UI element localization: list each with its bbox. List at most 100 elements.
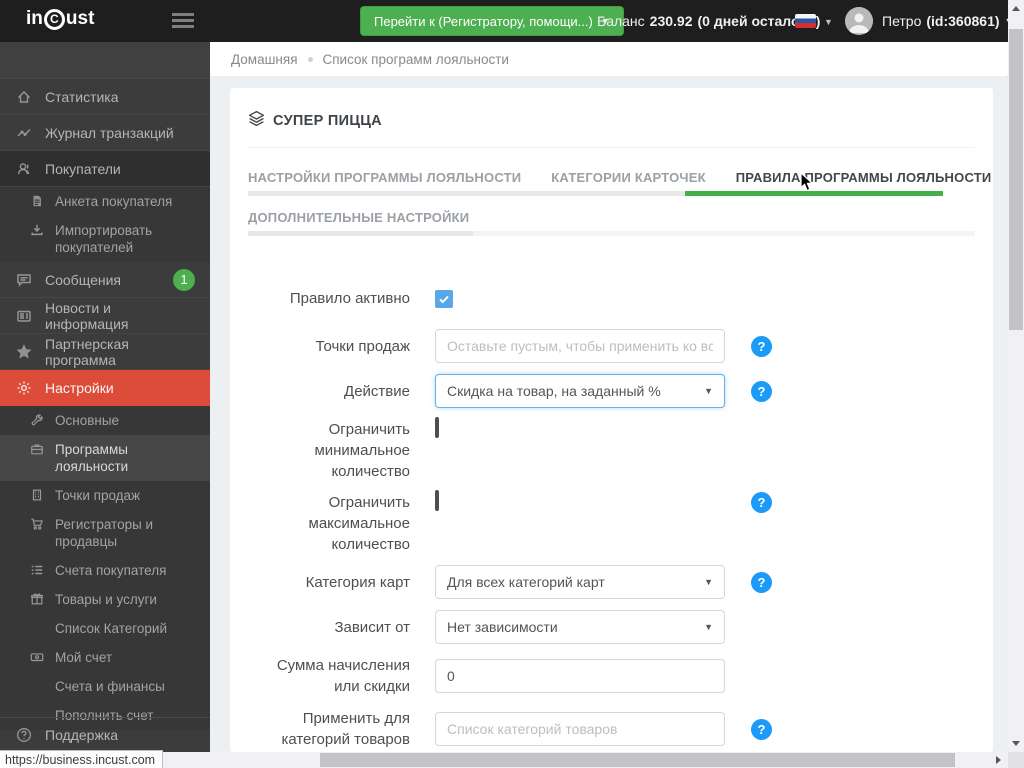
sidebar-item-customer-accounts[interactable]: Счета покупателя [0, 556, 210, 585]
tab-underline-inactive-2 [248, 231, 473, 236]
user-menu[interactable]: Петро (id:360861) ▼ [882, 0, 1013, 42]
sidebar-item-news[interactable]: Новости и информация [0, 298, 210, 334]
cart-icon [28, 517, 46, 531]
language-flag-ru-icon[interactable] [795, 14, 816, 28]
sidebar-item-label: Регистраторы и продавцы [55, 517, 154, 549]
question-circle-icon [15, 727, 33, 743]
sidebar-item-settings[interactable]: Настройки [0, 370, 210, 406]
sidebar-item-transaction-log[interactable]: Журнал транзакций [0, 115, 210, 151]
tabs-row-1: НАСТРОЙКИ ПРОГРАММЫ ЛОЯЛЬНОСТИ КАТЕГОРИИ… [248, 170, 991, 196]
sidebar-item-category-list[interactable]: Список Категорий [0, 614, 210, 643]
line-chart-icon [15, 125, 33, 141]
card-category-select[interactable]: Для всех категорий карт ▼ [435, 565, 725, 599]
field-label: Категория карт [305, 573, 410, 591]
sidebar-item-points-of-sale[interactable]: Точки продаж [0, 481, 210, 510]
sidebar-item-accounts-finance[interactable]: Счета и финансы [0, 672, 210, 701]
field-label: Точки продаж [315, 337, 410, 355]
help-icon[interactable]: ? [751, 571, 772, 593]
select-caret-icon: ▼ [704, 386, 713, 396]
chevron-down-icon[interactable]: ▼ [824, 17, 833, 27]
sidebar-item-label: Мой счет [55, 650, 113, 665]
home-icon [15, 89, 33, 105]
sidebar-item-customer-form[interactable]: Анкета покупателя [0, 187, 210, 216]
limit-min-checkbox[interactable] [435, 417, 439, 438]
rule-active-checkbox[interactable] [435, 289, 453, 308]
depends-on-select[interactable]: Нет зависимости ▼ [435, 610, 725, 644]
field-label: Зависит от [334, 618, 410, 636]
field-label: Сумма начисления или скидки [276, 657, 410, 695]
banknote-icon [28, 650, 46, 664]
points-of-sale-input[interactable] [435, 329, 725, 363]
sidebar-item-label: Основные [55, 413, 120, 428]
horizontal-scrollbar-thumb[interactable] [320, 753, 955, 767]
help-icon[interactable]: ? [751, 380, 772, 402]
apply-categories-input[interactable] [435, 712, 725, 746]
vertical-scrollbar-thumb[interactable] [1009, 29, 1023, 330]
users-icon [15, 161, 33, 177]
newspaper-icon [15, 308, 33, 324]
card-category-select-value: Для всех категорий карт [447, 574, 605, 590]
select-caret-icon: ▼ [704, 622, 713, 632]
form-row-points-of-sale: Точки продаж ? [248, 329, 975, 363]
sidebar-item-label: Партнерская программа [45, 335, 129, 368]
page-title: СУПЕР ПИЦЦА [273, 113, 382, 129]
sidebar-item-label: Анкета покупателя [55, 194, 173, 209]
breadcrumb: Домашняя Список программ лояльности [210, 42, 1008, 76]
sidebar-item-statistics[interactable]: Статистика [0, 79, 210, 115]
help-icon[interactable]: ? [751, 718, 772, 740]
sidebar-item-messages[interactable]: Сообщения 1 [0, 262, 210, 298]
document-icon [28, 194, 46, 208]
comment-icon [15, 272, 33, 288]
scroll-down-arrow-icon[interactable] [1012, 741, 1020, 746]
sidebar-item-label: Импортировать покупателей [55, 223, 153, 255]
form-row-card-category: Категория карт Для всех категорий карт ▼… [248, 565, 975, 599]
sidebar-item-registrars-sellers[interactable]: Регистраторы и продавцы [0, 510, 210, 556]
sidebar-item-label: Программы лояльности [55, 442, 129, 474]
sidebar-item-label: Настройки [45, 379, 114, 396]
building-icon [28, 488, 46, 502]
briefcase-icon [28, 442, 46, 456]
sidebar-item-loyalty-programs[interactable]: Программы лояльности [0, 435, 210, 481]
incust-logo: in Cust [26, 8, 94, 30]
hamburger-menu-icon[interactable] [172, 13, 194, 28]
sidebar-item-label: Товары и услуги [55, 592, 157, 607]
help-icon[interactable]: ? [751, 335, 772, 357]
amount-input[interactable] [435, 659, 725, 693]
scroll-up-arrow-icon[interactable] [1012, 6, 1020, 11]
breadcrumb-separator [307, 56, 313, 62]
sidebar-item-label: Точки продаж [55, 488, 141, 503]
goto-button-label: Перейти к (Регистратору, помощи...) [374, 13, 593, 29]
sidebar-item-goods-services[interactable]: Товары и услуги [0, 585, 210, 614]
tab-underline-inactive [248, 191, 685, 196]
sidebar-item-import-customers[interactable]: Импортировать покупателей [0, 216, 210, 262]
sidebar-item-label: Сообщения [45, 271, 121, 288]
list-icon [28, 563, 46, 577]
breadcrumb-home-link[interactable]: Домашняя [231, 52, 298, 67]
sidebar-item-label: Счета и финансы [55, 679, 165, 694]
limit-max-checkbox[interactable] [435, 490, 439, 511]
form-row-limit-max: Ограничить максимальное количество ? [248, 490, 975, 555]
sidebar-item-my-account[interactable]: Мой счет [0, 643, 210, 672]
balance-value: 230.92 [649, 13, 693, 29]
help-icon[interactable]: ? [751, 492, 772, 513]
sidebar-item-customers[interactable]: Покупатели [0, 151, 210, 187]
balance-info: Баланс 230.92 (0 дней осталось) [597, 0, 820, 42]
sidebar-item-label: Статистика [45, 88, 119, 105]
avatar[interactable] [845, 7, 873, 35]
scroll-right-arrow-icon[interactable] [996, 756, 1001, 764]
field-label: Ограничить максимальное количество [308, 494, 410, 553]
settings-submenu: Основные Программы лояльности Точки прод… [0, 406, 210, 730]
action-select-value: Скидка на товар, на заданный % [447, 383, 661, 399]
sidebar: Статистика Журнал транзакций Покупатели … [0, 42, 210, 752]
logo-text-in: in [26, 8, 43, 29]
header-divider [248, 147, 975, 148]
action-select[interactable]: Скидка на товар, на заданный % ▼ [435, 374, 725, 408]
sidebar-item-partner-program[interactable]: Партнерская программа [0, 334, 210, 370]
field-label: Правило активно [289, 290, 410, 307]
goto-dropdown-button[interactable]: Перейти к (Регистратору, помощи...) ▼ [360, 6, 624, 36]
form-row-amount: Сумма начисления или скидки [248, 655, 975, 697]
sidebar-item-support[interactable]: Поддержка [0, 717, 210, 752]
vertical-scrollbar[interactable] [1008, 0, 1024, 752]
messages-count-badge: 1 [173, 268, 195, 291]
sidebar-item-general[interactable]: Основные [0, 406, 210, 435]
